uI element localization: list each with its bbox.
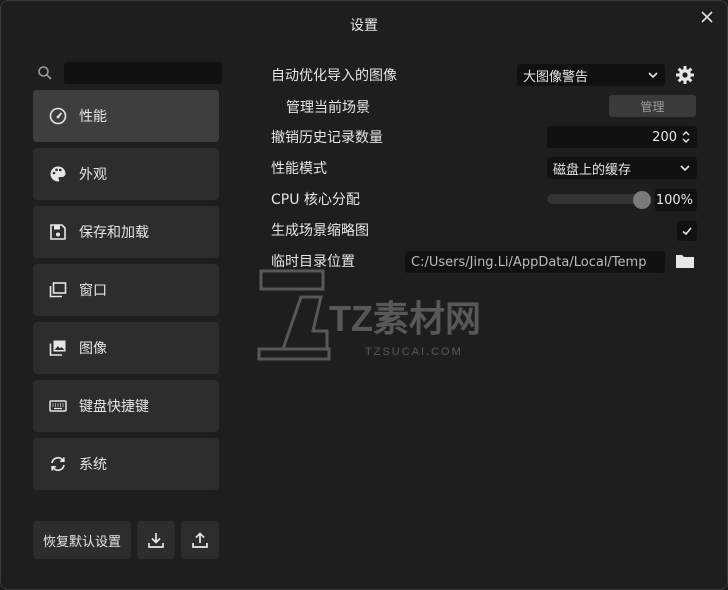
cpu-cores-label: CPU 核心分配	[271, 192, 360, 208]
watermark-text: TZ素材网	[329, 298, 481, 339]
sidebar-item-label: 外观	[79, 167, 107, 183]
chevron-down-icon	[648, 72, 658, 79]
performance-mode-dropdown[interactable]: 磁盘上的缓存	[547, 157, 697, 179]
export-button[interactable]	[181, 521, 219, 559]
undo-history-label: 撤销历史记录数量	[271, 130, 383, 146]
folder-icon[interactable]	[675, 252, 695, 270]
import-button[interactable]	[137, 521, 175, 559]
sidebar-item-performance[interactable]: 性能	[33, 90, 219, 142]
checkmark-icon	[682, 227, 692, 236]
sidebar-item-keyboard-shortcuts[interactable]: 键盘快捷键	[33, 380, 219, 432]
sidebar-item-label: 性能	[79, 109, 107, 125]
sidebar-item-label: 窗口	[79, 283, 107, 299]
watermark-logo: TZ素材网 TZSUCAI.COM	[257, 269, 481, 361]
download-icon	[148, 533, 164, 548]
sidebar-item-save-load[interactable]: 保存和加载	[33, 206, 219, 258]
dropdown-value: 大图像警告	[523, 69, 589, 85]
floppy-disk-icon	[49, 223, 67, 241]
window-icon	[49, 281, 67, 299]
keyboard-icon	[49, 397, 67, 415]
chevron-down-icon	[680, 165, 690, 172]
gear-icon[interactable]	[675, 65, 695, 85]
sidebar-item-window[interactable]: 窗口	[33, 264, 219, 316]
search-input[interactable]	[64, 62, 222, 84]
window-title: 设置	[350, 18, 378, 34]
watermark-subtext: TZSUCAI.COM	[365, 346, 463, 358]
manage-scenes-button[interactable]: 管理	[609, 95, 696, 117]
close-button[interactable]	[697, 7, 717, 27]
reset-defaults-button[interactable]: 恢复默认设置	[33, 521, 131, 559]
spin-arrows-icon[interactable]	[681, 129, 691, 145]
upload-icon	[192, 532, 208, 548]
undo-history-spinbox[interactable]: 200	[547, 126, 697, 148]
auto-optimize-label: 自动优化导入的图像	[271, 68, 397, 84]
speedometer-icon	[49, 107, 67, 125]
search-icon	[38, 66, 52, 80]
sidebar-item-image[interactable]: 图像	[33, 322, 219, 374]
sidebar-item-label: 系统	[79, 457, 107, 473]
manage-scenes-label: 管理当前场景	[286, 100, 370, 116]
cpu-slider-handle[interactable]	[633, 191, 651, 209]
performance-mode-label: 性能模式	[271, 161, 327, 177]
sidebar-item-system[interactable]: 系统	[33, 438, 219, 490]
sidebar-item-label: 图像	[79, 341, 107, 357]
thumbnails-checkbox[interactable]	[677, 221, 697, 241]
sidebar-item-label: 保存和加载	[79, 225, 149, 241]
auto-optimize-dropdown[interactable]: 大图像警告	[517, 64, 665, 86]
sidebar-item-appearance[interactable]: 外观	[33, 148, 219, 200]
close-icon	[701, 11, 713, 23]
dropdown-value: 磁盘上的缓存	[553, 162, 632, 178]
refresh-icon	[49, 455, 67, 473]
sidebar-item-label: 键盘快捷键	[79, 399, 149, 415]
image-icon	[49, 339, 67, 357]
spinbox-value: 200	[652, 129, 677, 145]
palette-icon	[49, 165, 67, 183]
cpu-cores-value[interactable]: 100%	[655, 189, 697, 211]
settings-window: 设置 性能 外观 保存和加载 窗口 图像 键盘快捷键 系统 恢复默认设置 自动优…	[0, 0, 728, 590]
